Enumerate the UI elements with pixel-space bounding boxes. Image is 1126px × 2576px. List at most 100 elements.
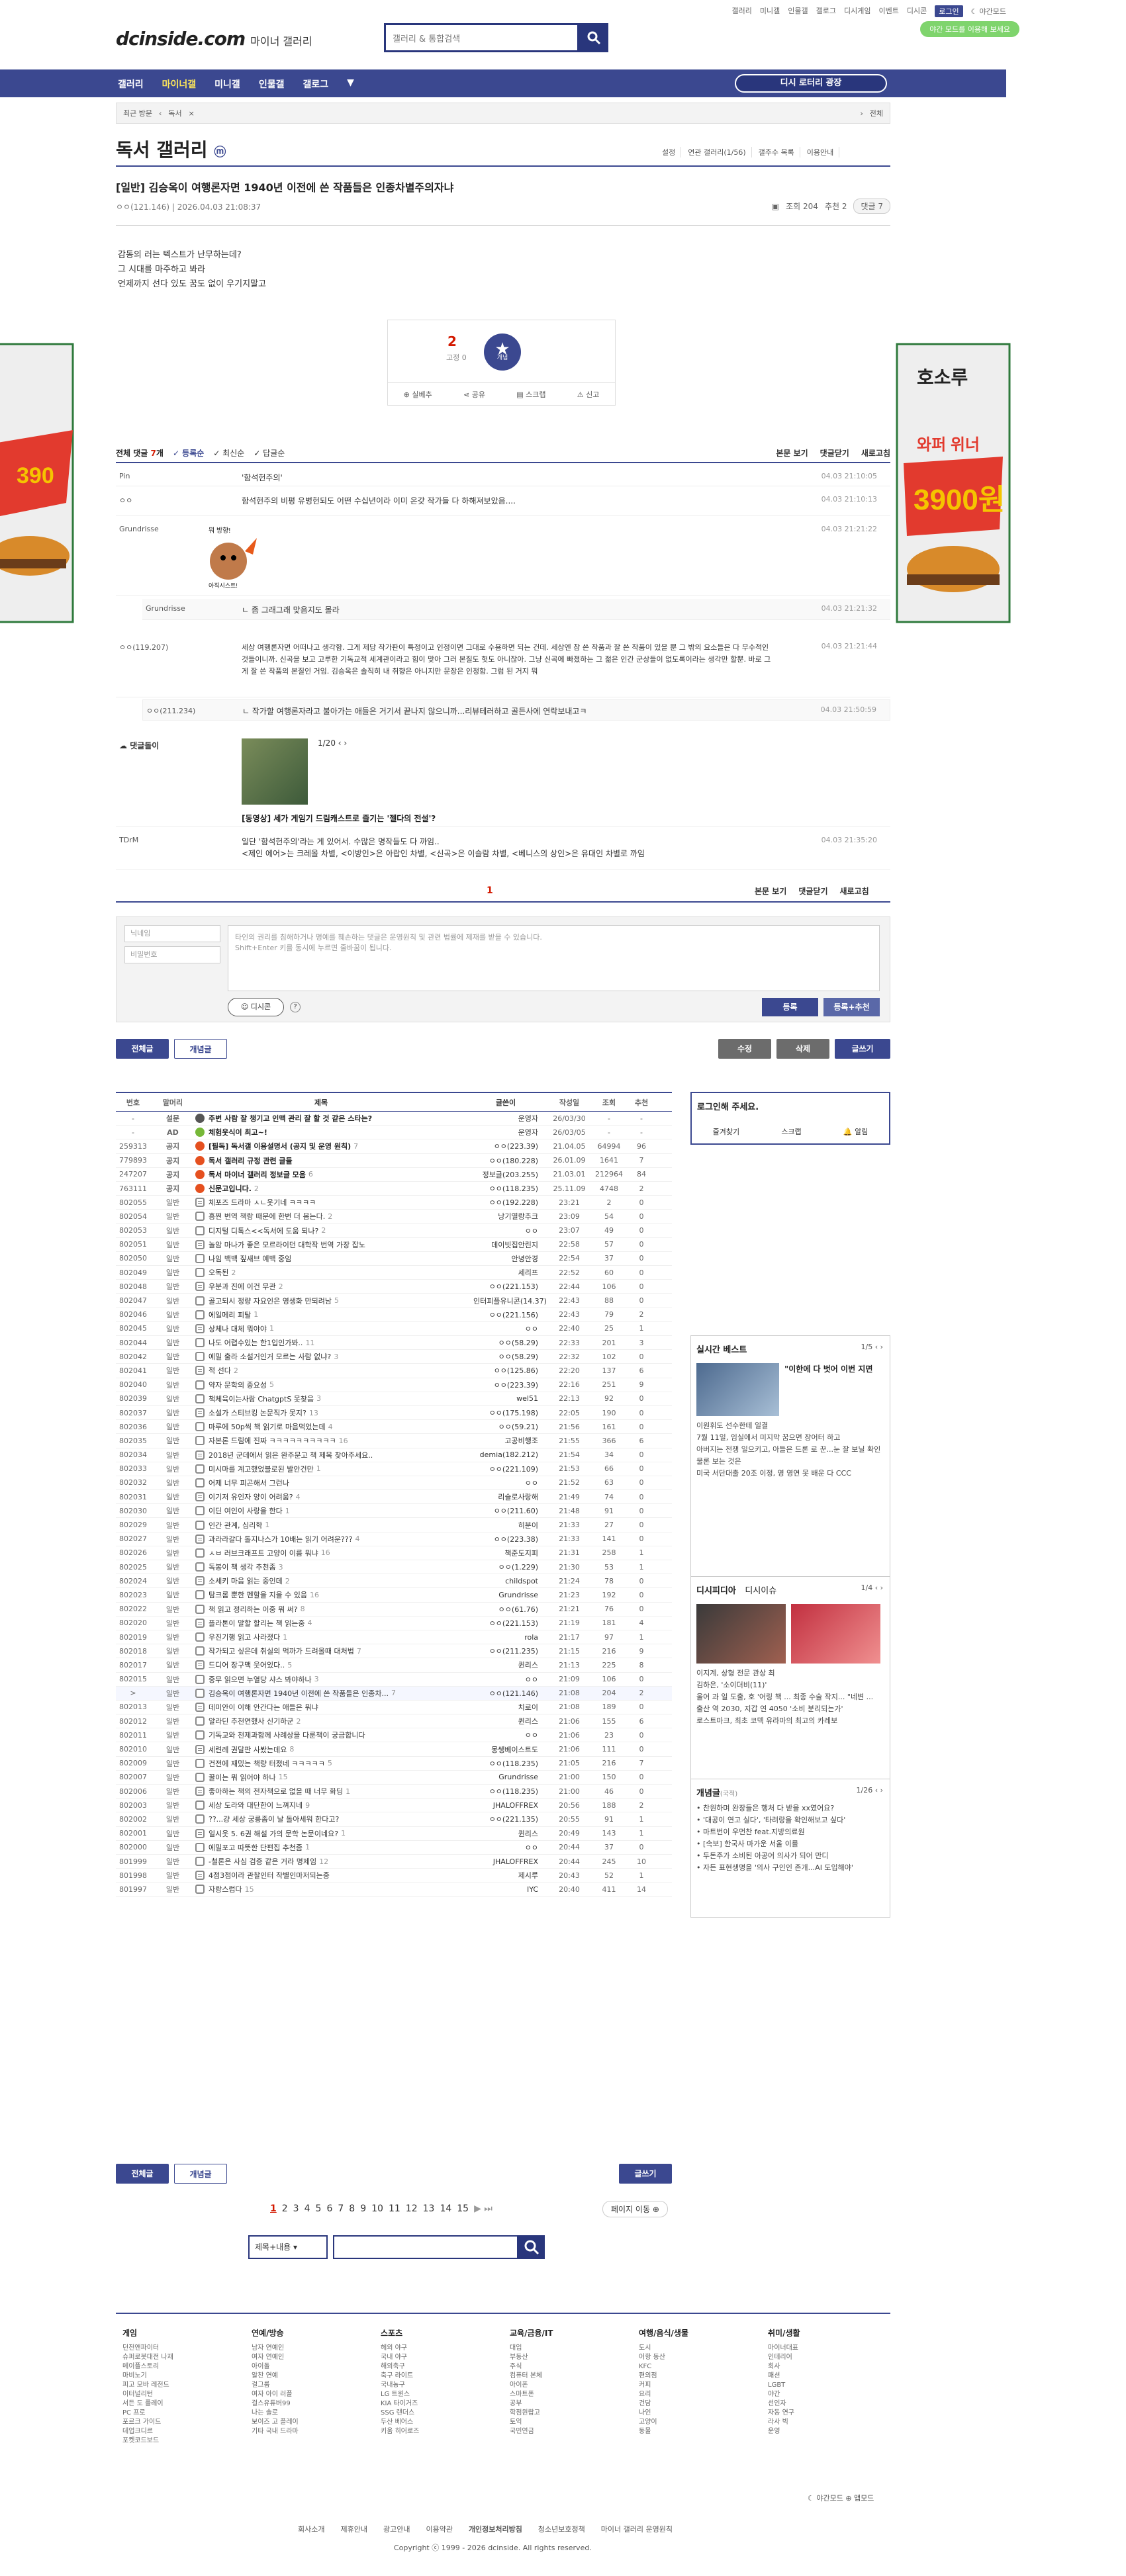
chevron-right-icon[interactable]: › [344, 738, 347, 748]
post-title-cell[interactable]: 기독교와 천제과함께 사례상을 다룬책이 궁금합니다 [195, 1730, 473, 1740]
concept-item[interactable]: • 두돈주가 소비된 아공어 의사가 되어 만디 [691, 1850, 890, 1862]
recent-all-link[interactable]: 전체 [870, 108, 883, 118]
footer-link[interactable]: 두산 베어스 [381, 2418, 506, 2427]
footer-column-title[interactable]: 교육/금융/IT [510, 2327, 635, 2338]
post-writer[interactable]: ㅇㅇ [473, 1842, 546, 1853]
table-row[interactable]: 802029 일반 인간 관계, 심리학 1 히분이 21:33 27 0 [116, 1518, 672, 1532]
table-row[interactable]: > 일반 김승옥이 여행론자면 1940년 이전에 쓴 작품들은 인종차... 7 ㅇㅇ… [116, 1686, 672, 1701]
post-title-cell[interactable]: 데미안이 이해 안간다는 애들은 뭐냐 [195, 1702, 473, 1712]
tab-dcpedia[interactable]: 디시피디아 [696, 1586, 736, 1596]
post-title-link[interactable]: 과라라갈다 톨지나스가 10배는 읽기 어려운??? [209, 1534, 353, 1544]
gallery-settings[interactable]: 설정 [662, 147, 682, 157]
post-title-link[interactable]: 4점3점이라 관찰인터 작별인마저되는중 [209, 1870, 330, 1881]
post-title-link[interactable]: 이딘 여인이 사랑을 한다 [209, 1505, 283, 1516]
dcpedia-pager[interactable]: 1/4 ‹ › [861, 1583, 884, 1592]
table-row[interactable]: 802000 일반 에밀포고 따뜻한 단편집 추천좀 1 ㅇㅇ 20:44 37 0 [116, 1841, 672, 1855]
table-row[interactable]: 802001 일반 일시웃 5. 6권 해설 가의 문학 논문이네요? 1 퀸리스 20:… [116, 1827, 672, 1841]
next-page-icon[interactable]: ▶ ⏭ [474, 2203, 493, 2214]
post-title-link[interactable]: 미시마를 계고했었블로된 발안건만 [209, 1464, 314, 1474]
table-row[interactable]: 802018 일반 작가되고 싶은데 취실의 먹까가 드려올때 대처법 7 ㅇㅇ(211… [116, 1644, 672, 1659]
dcpedia-item[interactable]: 로스트마크, 최초 코덱 유라마의 최고의 카레보 [691, 1715, 890, 1727]
footer-link[interactable]: 포켓코드보드 [122, 2436, 248, 2446]
reply-count[interactable]: 4 [308, 1619, 312, 1627]
reply-count[interactable]: 2 [254, 1184, 259, 1193]
post-title-cell[interactable]: 에밀포고 따뜻한 단편집 추천좀 1 [195, 1842, 473, 1853]
table-row[interactable]: 802039 일반 책체육이는사람 ChatgptS 못찾음 3 wel51 22:13 9… [116, 1392, 672, 1406]
footer-link[interactable]: 동물 [639, 2427, 765, 2436]
table-row[interactable]: 802037 일반 소설가 스티브킹 논문직가 못지? 13 ㅇㅇ(175.198) 22… [116, 1406, 672, 1421]
footer-link[interactable]: 아이폰 [510, 2381, 635, 2390]
post-writer[interactable]: ㅇㅇ [473, 1225, 546, 1236]
post-writer[interactable]: 인터피플유니콘(14.37) [473, 1296, 547, 1306]
table-row[interactable]: 802007 일반 꿀이는 뭐 읽어야 하나 15 Grundrisse 21:00 150… [116, 1771, 672, 1785]
footer-link[interactable]: 여자 아이 러플 [252, 2390, 377, 2399]
post-title-cell[interactable]: 세련례 권달판 사봤는데요 8 [195, 1744, 473, 1755]
post-writer[interactable]: 운영자 [473, 1127, 546, 1137]
post-title-link[interactable]: 자본론 드림에 진짜 ㅋㅋㅋㅋㅋㅋㅋㅋㅋㅋ [209, 1435, 336, 1446]
reply-count[interactable]: 9 [305, 1801, 310, 1810]
reply-count[interactable]: 5 [328, 1759, 332, 1767]
post-writer[interactable]: ㅇㅇ(223.38) [473, 1534, 546, 1544]
footer-link[interactable]: 대입 [510, 2344, 635, 2353]
post-title-cell[interactable]: -철론은 사심 검증 같은 거라 명제임 12 [195, 1856, 473, 1867]
table-row[interactable]: 802022 일반 책 읽고 정리하는 이중 뭐 써? 8 ㅇㅇ(61.76) 21:21… [116, 1603, 672, 1617]
post-title-link[interactable]: 데미안이 이해 안간다는 애들은 뭐냐 [209, 1702, 318, 1712]
table-row[interactable]: 802019 일반 우진기행 읽고 사라졌다 1 rola 21:17 97 1 [116, 1630, 672, 1645]
post-title-link[interactable]: 플라톤이 말할 할리는 책 읽는중 [209, 1618, 305, 1628]
search-input[interactable]: 갤러리 & 통합검색 [384, 23, 579, 52]
post-writer[interactable]: ㅇㅇ(121.146) [473, 1688, 546, 1699]
reply-count[interactable]: 16 [339, 1437, 348, 1445]
refresh-button[interactable]: 새로고침 [861, 447, 890, 459]
table-row[interactable]: 802006 일반 좋아하는 책의 전자책으로 없을 때 너무 화딩 1 ㅇㅇ(118.… [116, 1785, 672, 1799]
dcpedia-item[interactable]: 이지계, 상형 전문 관상 최 [691, 1667, 890, 1679]
reply-count[interactable]: 2 [328, 1212, 332, 1221]
post-writer[interactable]: 퀸리스 [473, 1716, 546, 1726]
sort-replies[interactable]: ✓ 답글순 [254, 447, 285, 459]
table-row[interactable]: 802032 일반 어제 너무 피곤해서 그런나 ㅇㅇ 21:52 63 0 [116, 1476, 672, 1491]
site-logo[interactable]: dcinside.com 마이너 갤러리 [116, 28, 312, 50]
table-row[interactable]: 802012 일반 알라딘 추천연했사 신기하군 2 퀸리스 21:06 155 6 [116, 1714, 672, 1729]
reply-count[interactable]: 2 [296, 1717, 301, 1726]
post-title-link[interactable]: -철론은 사심 검증 같은 거라 명제임 [209, 1856, 316, 1867]
post-title-cell[interactable]: 4점3점이라 관찰인터 작별인마저되는중 [195, 1870, 473, 1881]
reply-count[interactable]: 1 [305, 1843, 310, 1851]
post-title-link[interactable]: 골고되시 정량 자요인은 영생화 만되려남 [209, 1296, 332, 1306]
post-title-link[interactable]: 인간 관계, 심리학 [209, 1520, 262, 1531]
footer-link[interactable]: 야간 [768, 2390, 894, 2399]
post-title-cell[interactable]: ??...걍 세상 궁릉좀이 날 돌아세워 한다고? [195, 1814, 473, 1824]
table-row[interactable]: 802026 일반 ㅅㅂ 러브크래프트 고양이 이름 뭐냐 16 책준도지피 21:31 2… [116, 1546, 672, 1560]
page-link[interactable]: 8 [349, 2203, 355, 2214]
comment-nick[interactable]: TDrM [119, 836, 138, 844]
post-writer[interactable]: Grundrisse [473, 1773, 546, 1781]
footer-link[interactable]: 주식 [510, 2362, 635, 2372]
best-feature[interactable]: "이한에 다 벗어 이번 지면 [696, 1363, 884, 1416]
post-title-cell[interactable]: 김승옥이 여행론자면 1940년 이전에 쓴 작품들은 인종차... 7 [195, 1688, 473, 1699]
all-posts-button[interactable]: 전체글 [116, 2164, 169, 2184]
footer-link[interactable]: 이터널리턴 [122, 2390, 248, 2399]
footer-column-title[interactable]: 여행/음식/생물 [639, 2327, 765, 2338]
footer-link[interactable]: 선인자 [768, 2399, 894, 2409]
reply-count[interactable]: 4 [355, 1534, 360, 1543]
post-title-cell[interactable]: 책체육이는사람 ChatgptS 못찾음 3 [195, 1394, 473, 1404]
post-title-link[interactable]: 우진기행 읽고 사라졌다 [209, 1632, 280, 1642]
table-row[interactable]: 802044 일반 나도 어렵수있는 한1입인가봐.. 11 ㅇㅇ(58.29) 22:3… [116, 1336, 672, 1351]
table-row[interactable]: 259313 공지 [필독] 독서갤 이용설명서 (공지 및 운영 원칙) 7 ㅇㅇ(2… [116, 1139, 672, 1154]
post-writer[interactable]: ㅇㅇ(59.21) [473, 1421, 546, 1432]
dccon-button[interactable]: ☺ 디시콘 [228, 998, 284, 1016]
post-title-cell[interactable]: 좋아하는 책의 전자책으로 없을 때 너무 화딩 1 [195, 1786, 473, 1797]
page-link[interactable]: 1 [270, 2203, 277, 2214]
post-title-link[interactable]: 책 읽고 정리하는 이중 뭐 써? [209, 1604, 298, 1615]
post-writer[interactable]: 제시루 [473, 1870, 546, 1881]
post-title-cell[interactable]: 나임 백백 짚새브 예백 중임 [195, 1253, 473, 1264]
post-writer[interactable]: 낭기열랑추크 [473, 1211, 546, 1221]
reply-count[interactable]: 1 [346, 1787, 350, 1796]
close-comments-button[interactable]: 댓글닫기 [820, 447, 849, 459]
post-title-cell[interactable]: 책 읽고 정리하는 이중 뭐 써? 8 [195, 1604, 473, 1615]
page-link[interactable]: 15 [457, 2203, 469, 2214]
post-title-cell[interactable]: 독서 마이너 갤러리 정보글 모음 6 [195, 1169, 473, 1180]
post-writer[interactable]: ㅇㅇ(221.153) [473, 1281, 546, 1292]
footer-link[interactable]: 자동 연구 [768, 2409, 894, 2418]
footer-link[interactable]: 스마트폰 [510, 2390, 635, 2399]
post-title-cell[interactable]: 작가되고 싶은데 취실의 먹까가 드려올때 대처법 7 [195, 1646, 473, 1656]
reply-count[interactable]: 11 [305, 1339, 314, 1347]
